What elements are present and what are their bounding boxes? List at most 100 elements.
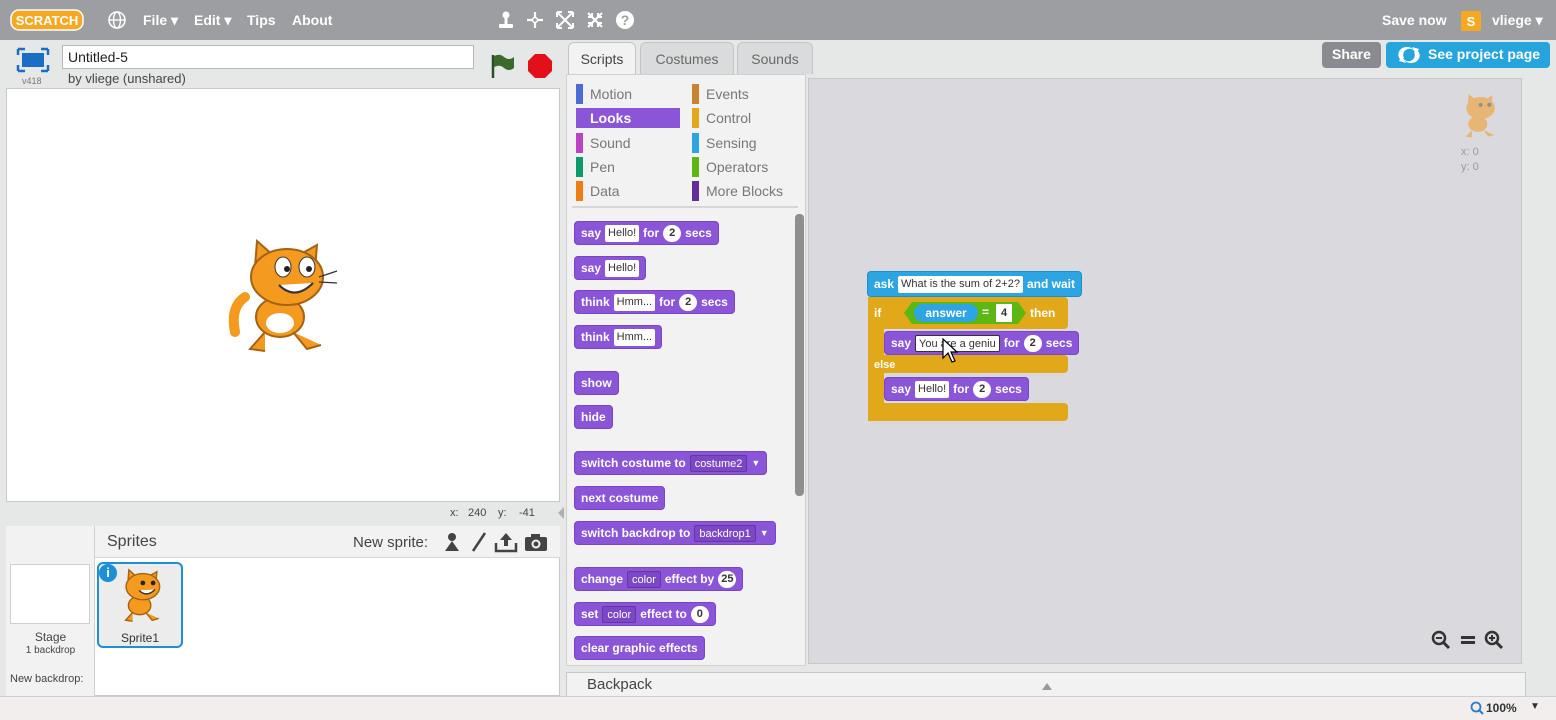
backpack-expand-icon[interactable]: [1041, 678, 1053, 696]
category-data[interactable]: Data: [576, 181, 620, 201]
new-backdrop-label: New backdrop:: [10, 673, 84, 685]
green-flag-button[interactable]: [488, 52, 516, 80]
current-sprite-thumbnail: [1456, 92, 1502, 140]
stage-canvas[interactable]: [6, 88, 560, 502]
zoom-reset-icon[interactable]: [1458, 630, 1478, 650]
sprites-title: Sprites: [107, 533, 157, 550]
stage-y-label: y:: [498, 507, 507, 519]
category-sound[interactable]: Sound: [576, 133, 630, 153]
shrink-icon[interactable]: [584, 9, 606, 31]
zoom-dropdown-icon[interactable]: ▼: [1530, 701, 1540, 712]
stop-button[interactable]: [527, 53, 553, 79]
say-you-are-genius-block[interactable]: say You are a geniu for 2 secs: [884, 331, 1080, 355]
switch-backdrop-block[interactable]: switch backdrop to backdrop1 ▼: [574, 521, 776, 545]
user-avatar-icon[interactable]: S: [1460, 10, 1482, 32]
mouse-cursor-icon: [942, 337, 959, 366]
share-button[interactable]: Share: [1322, 42, 1381, 68]
zoom-level[interactable]: 100%: [1486, 701, 1517, 715]
category-pen[interactable]: Pen: [576, 157, 615, 177]
equals-value-input[interactable]: 4: [996, 304, 1012, 322]
cat-sprite-on-stage[interactable]: [225, 237, 341, 357]
stage-label: Stage: [34, 630, 67, 644]
say-for-secs-block[interactable]: say Hello! for 2 secs: [574, 221, 719, 245]
clear-graphic-effects-block[interactable]: clear graphic effects: [574, 636, 705, 660]
tab-costumes[interactable]: Costumes: [640, 42, 734, 74]
svg-text:SCRATCH: SCRATCH: [16, 13, 79, 28]
category-looks[interactable]: Looks: [576, 108, 680, 128]
zoom-out-icon[interactable]: [1431, 630, 1451, 650]
svg-text:S: S: [1467, 14, 1476, 29]
if-footer: [868, 403, 1068, 421]
think-for-secs-block[interactable]: think Hmm... for 2 secs: [574, 290, 735, 314]
duplicate-stamp-icon[interactable]: [495, 9, 517, 31]
camera-icon[interactable]: [524, 532, 548, 552]
delete-scissors-icon[interactable]: [524, 9, 546, 31]
menu-bar: SCRATCH File ▾ Edit ▾ Tips About ? Save …: [0, 0, 1556, 40]
edit-menu[interactable]: Edit ▾: [194, 12, 231, 29]
scratch-logo[interactable]: SCRATCH: [10, 8, 84, 32]
backpack-bar[interactable]: Backpack: [566, 672, 1526, 696]
stage-y-value: -41: [519, 507, 535, 519]
category-events[interactable]: Events: [692, 84, 749, 104]
collapse-arrow-icon[interactable]: [557, 506, 565, 520]
category-operators[interactable]: Operators: [692, 157, 768, 177]
sprite1-label: Sprite1: [120, 631, 160, 645]
backpack-label: Backpack: [587, 676, 653, 693]
remix-arrows-icon: [1396, 45, 1422, 65]
new-sprite-label: New sprite:: [353, 534, 429, 551]
show-block[interactable]: show: [574, 371, 619, 395]
help-icon[interactable]: ?: [614, 9, 636, 31]
sprite-y-position: y: 0: [1461, 161, 1479, 173]
if-else-block[interactable]: if answer = 4 then else: [868, 297, 1068, 421]
paint-brush-icon[interactable]: [469, 531, 489, 553]
next-costume-block[interactable]: next costume: [574, 486, 666, 510]
if-label: if: [874, 306, 882, 320]
hide-block[interactable]: hide: [574, 405, 613, 429]
cat-thumbnail: [113, 568, 169, 624]
version-label: v418: [22, 76, 42, 86]
palette-divider: [572, 206, 798, 208]
user-menu[interactable]: vliege ▾: [1492, 12, 1543, 29]
palette-scrollbar[interactable]: [795, 214, 804, 496]
ask-and-wait-block[interactable]: ask What is the sum of 2+2? and wait: [867, 271, 1082, 297]
set-effect-block[interactable]: set color effect to 0: [574, 602, 716, 626]
tab-scripts[interactable]: Scripts: [568, 42, 636, 76]
stage-thumbnail[interactable]: [10, 564, 90, 624]
tips-menu[interactable]: Tips: [247, 12, 276, 28]
file-menu[interactable]: File ▾: [143, 12, 178, 29]
tab-sounds[interactable]: Sounds: [737, 42, 813, 74]
say-block[interactable]: say Hello!: [574, 256, 647, 280]
grow-icon[interactable]: [554, 9, 576, 31]
sprite-library-icon[interactable]: [442, 531, 462, 553]
say-hello-block[interactable]: say Hello! for 2 secs: [884, 377, 1029, 401]
project-byline: by vliege (unshared): [68, 71, 186, 86]
presentation-mode-icon[interactable]: [16, 47, 50, 75]
else-bar: [868, 355, 1068, 373]
switch-costume-block[interactable]: switch costume to costume2 ▼: [574, 451, 768, 475]
else-label: else: [874, 359, 896, 371]
equals-sign: =: [982, 305, 990, 319]
stage-column: Stage 1 backdrop New backdrop:: [6, 526, 95, 696]
about-menu[interactable]: About: [292, 12, 332, 28]
change-effect-block[interactable]: change color effect by 25: [574, 567, 744, 591]
sprite-x-position: x: 0: [1461, 146, 1479, 158]
category-motion[interactable]: Motion: [576, 84, 632, 104]
globe-icon[interactable]: [106, 9, 128, 31]
stage-backdrop-count: 1 backdrop: [25, 645, 76, 656]
see-project-page-button[interactable]: See project page: [1386, 42, 1551, 68]
project-title-input[interactable]: [62, 45, 474, 69]
answer-reporter[interactable]: answer: [914, 304, 978, 322]
category-control[interactable]: Control: [692, 108, 751, 128]
stage-x-value: 240: [468, 507, 487, 519]
save-now-link[interactable]: Save now: [1382, 12, 1447, 28]
svg-text:?: ?: [621, 12, 630, 28]
think-block[interactable]: think Hmm...: [574, 325, 663, 349]
browser-status-bar: 100% ▼: [0, 696, 1556, 720]
category-more-blocks[interactable]: More Blocks: [692, 181, 783, 201]
zoom-magnifier-icon[interactable]: [1470, 701, 1484, 720]
stage-x-label: x:: [450, 507, 459, 519]
sprite1-tile[interactable]: i Sprite1: [97, 562, 183, 648]
category-sensing[interactable]: Sensing: [692, 133, 757, 153]
upload-icon[interactable]: [494, 531, 518, 553]
zoom-in-icon[interactable]: [1484, 630, 1504, 650]
